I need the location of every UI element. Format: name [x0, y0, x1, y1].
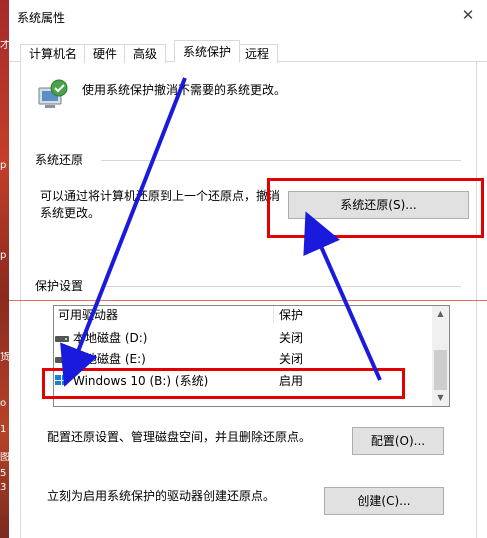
- tab-system-protection[interactable]: 系统保护: [174, 40, 241, 63]
- annotation-arrow: [303, 211, 382, 381]
- annotation-arrow: [60, 77, 187, 387]
- annotation-arrows: [60, 77, 382, 387]
